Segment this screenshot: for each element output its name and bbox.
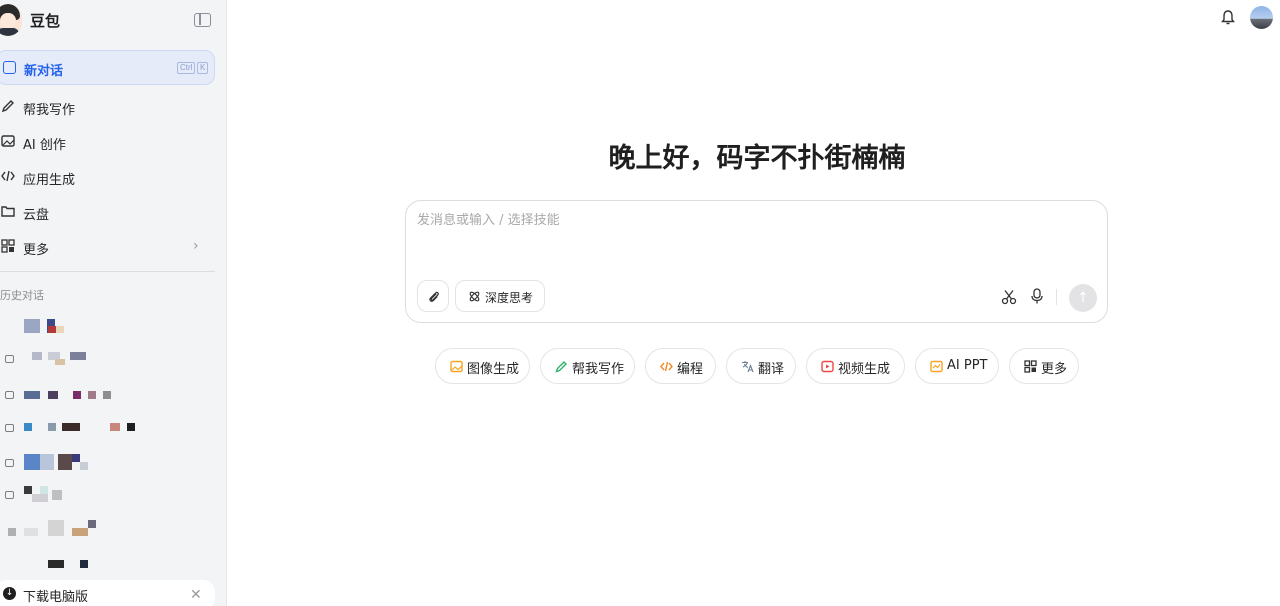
download-icon: ↓ <box>3 587 16 600</box>
skill-image-gen[interactable]: 图像生成 <box>435 348 530 384</box>
history-item[interactable] <box>0 518 215 540</box>
microphone-icon[interactable] <box>1030 288 1044 305</box>
history-item[interactable] <box>0 484 215 506</box>
pen-icon <box>1 100 14 113</box>
presentation-icon <box>930 360 943 373</box>
edit-icon <box>3 61 16 74</box>
sidebar-item-label: 云盘 <box>23 208 50 223</box>
chat-bubble-icon <box>5 355 14 363</box>
chat-bubble-icon <box>5 424 14 432</box>
chat-composer: 深度思考 ↑ <box>405 200 1108 323</box>
skill-label: 视频生成 <box>838 362 891 377</box>
sidebar-item-more[interactable]: 更多 › <box>0 232 215 262</box>
chat-bubble-icon <box>5 459 14 467</box>
skill-label: AI PPT <box>947 358 988 373</box>
attach-button[interactable] <box>417 280 449 312</box>
download-label: 下载电脑版 <box>23 590 89 605</box>
skill-translate[interactable]: 翻译 <box>726 348 796 384</box>
history-item[interactable] <box>0 552 215 574</box>
download-desktop-banner[interactable]: ↓ 下载电脑版 ✕ <box>0 580 215 606</box>
history-item[interactable] <box>0 384 215 406</box>
bell-icon[interactable] <box>1220 9 1236 26</box>
chevron-right-icon: › <box>193 238 199 254</box>
grid-icon <box>1 239 15 253</box>
new-chat-label: 新对话 <box>24 64 64 79</box>
shortcut-key-k: K <box>197 62 209 74</box>
history-item[interactable] <box>0 417 215 439</box>
grid-icon <box>1024 360 1037 373</box>
skill-writing[interactable]: 帮我写作 <box>540 348 635 384</box>
send-button[interactable]: ↑ <box>1069 284 1097 312</box>
chat-bubble-icon <box>5 491 14 499</box>
sidebar-divider <box>0 271 215 272</box>
sidebar-item-writing[interactable]: 帮我写作 <box>0 92 215 122</box>
translate-icon <box>742 361 754 373</box>
folder-icon <box>1 206 15 217</box>
skill-label: 翻译 <box>758 362 785 377</box>
toolbar-separator <box>1056 289 1057 305</box>
close-icon[interactable]: ✕ <box>190 587 202 603</box>
sidebar-item-cloud-drive[interactable]: 云盘 <box>0 197 215 227</box>
sidebar-item-ai-create[interactable]: AI 创作 <box>0 127 215 157</box>
app-name: 豆包 <box>30 12 61 30</box>
user-avatar[interactable] <box>1250 6 1273 29</box>
sidebar-item-app-gen[interactable]: 应用生成 <box>0 162 215 192</box>
pen-icon <box>555 361 567 373</box>
sidebar: 豆包 新对话 Ctrl K 帮我写作 AI 创作 应用生成 云盘 更多 › 历史… <box>0 0 227 606</box>
skill-label: 图像生成 <box>467 362 520 377</box>
history-title: 历史对话 <box>0 289 44 302</box>
brand: 豆包 <box>0 4 227 36</box>
arrow-up-icon: ↑ <box>1077 290 1089 306</box>
app-window: 豆包 新对话 Ctrl K 帮我写作 AI 创作 应用生成 云盘 更多 › 历史… <box>0 0 1280 606</box>
shortcut-key-ctrl: Ctrl <box>177 62 196 74</box>
atom-icon <box>469 291 480 302</box>
collapse-sidebar-icon[interactable] <box>194 13 211 27</box>
history-item[interactable] <box>0 316 215 338</box>
paperclip-icon <box>429 291 439 302</box>
skill-coding[interactable]: 编程 <box>645 348 716 384</box>
video-icon <box>821 360 834 373</box>
doubao-logo <box>0 4 22 36</box>
skill-label: 更多 <box>1041 362 1068 377</box>
deep-think-label: 深度思考 <box>485 291 534 305</box>
new-chat-button[interactable]: 新对话 Ctrl K <box>0 50 215 85</box>
chat-bubble-icon <box>5 391 14 399</box>
history-item[interactable] <box>0 452 215 474</box>
image-icon <box>450 360 463 373</box>
sidebar-item-label: 帮我写作 <box>23 103 76 118</box>
sidebar-item-label: 更多 <box>23 243 50 258</box>
skill-label: 帮我写作 <box>572 362 625 377</box>
skill-label: 编程 <box>677 362 704 377</box>
greeting-heading: 晚上好，码字不扑街楠楠 <box>608 143 906 174</box>
sidebar-item-label: AI 创作 <box>23 138 66 153</box>
deep-think-toggle[interactable]: 深度思考 <box>455 280 545 312</box>
sidebar-item-label: 应用生成 <box>23 173 76 188</box>
skill-video-gen[interactable]: 视频生成 <box>806 348 905 384</box>
history-item[interactable] <box>0 348 215 370</box>
scissors-icon[interactable] <box>1001 289 1017 305</box>
code-icon <box>660 361 673 372</box>
image-icon <box>1 135 15 147</box>
skill-ai-ppt[interactable]: AI PPT <box>915 348 999 384</box>
skill-more[interactable]: 更多 <box>1009 348 1079 384</box>
code-icon <box>1 170 15 182</box>
message-input[interactable] <box>417 213 1077 228</box>
